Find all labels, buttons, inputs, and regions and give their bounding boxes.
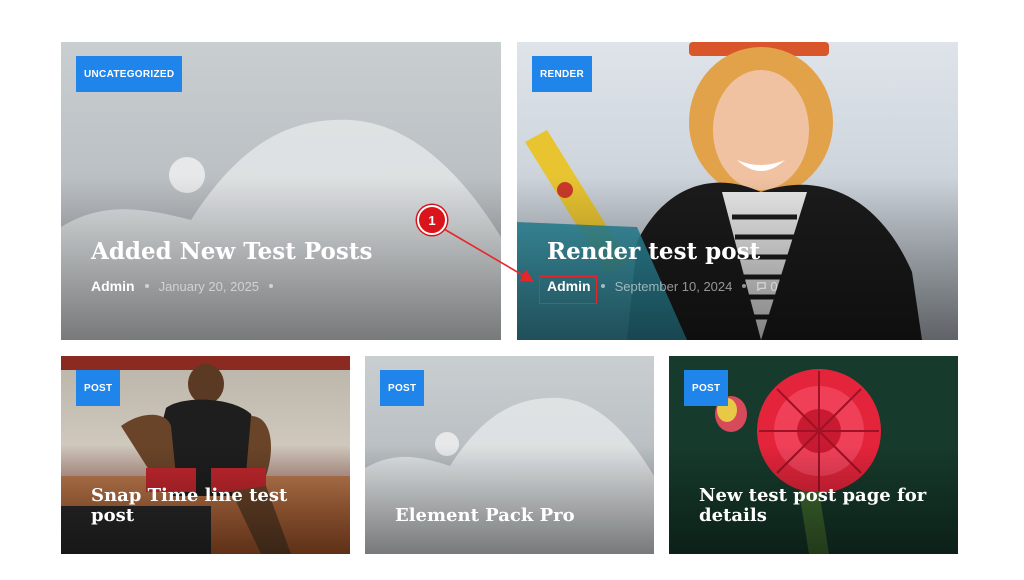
category-badge[interactable]: POST: [380, 370, 425, 406]
separator-dot: [144, 284, 149, 288]
comment-count-value: 0: [770, 278, 778, 294]
category-badge[interactable]: RENDER: [532, 56, 593, 92]
separator-dot: [600, 284, 605, 288]
comment-icon: [757, 281, 767, 291]
category-badge[interactable]: POST: [684, 370, 729, 406]
comment-count[interactable]: 0: [756, 278, 778, 294]
separator-dot: [269, 284, 274, 288]
post-title-line: New test post page for: [699, 485, 927, 506]
post-card-element-pack-pro[interactable]: POST Element Pack Pro: [365, 356, 654, 554]
annotation-step-badge: 1: [417, 205, 447, 235]
author-link[interactable]: Admin: [91, 278, 135, 294]
post-title[interactable]: New test post page for details: [699, 486, 926, 526]
post-date: September 10, 2024: [614, 278, 733, 294]
post-title-line: post: [91, 505, 135, 526]
post-date: January 20, 2025: [158, 278, 260, 294]
post-card-snap-time-line[interactable]: POST Snap Time line test post: [61, 356, 350, 554]
post-card-added-new-test-posts[interactable]: UNCATEGORIZED Added New Test Posts Admin…: [61, 42, 501, 340]
separator-dot: [742, 284, 747, 288]
post-title[interactable]: Snap Time line test post: [91, 486, 287, 526]
annotation-highlight-box: [539, 276, 597, 304]
post-title[interactable]: Added New Test Posts: [91, 238, 372, 265]
category-badge[interactable]: UNCATEGORIZED: [76, 56, 183, 92]
post-title-line: details: [699, 505, 767, 526]
post-title-line: Snap Time line test: [91, 485, 288, 506]
post-card-new-test-post-page[interactable]: POST New test post page for details: [669, 356, 958, 554]
post-title[interactable]: Render test post: [547, 238, 760, 265]
post-title[interactable]: Element Pack Pro: [395, 505, 575, 526]
category-badge[interactable]: POST: [76, 370, 121, 406]
